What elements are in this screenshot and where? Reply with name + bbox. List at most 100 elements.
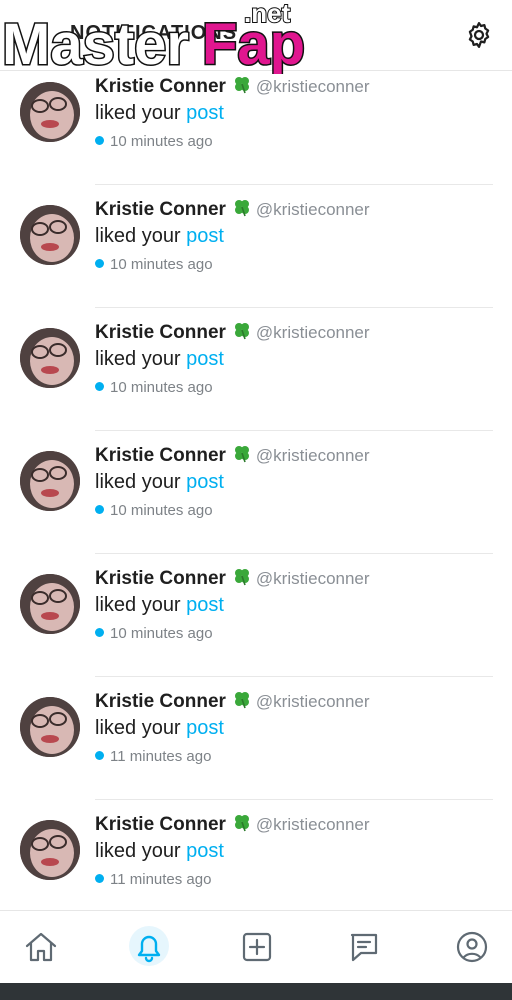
bell-icon xyxy=(137,935,161,963)
user-name[interactable]: Kristie Conner xyxy=(95,814,226,835)
four-leaf-clover-icon xyxy=(234,446,249,463)
post-link[interactable]: post xyxy=(186,348,224,370)
notification-item[interactable]: Kristie Conner @kristieconner liked your … xyxy=(0,554,512,677)
post-link[interactable]: post xyxy=(186,594,224,616)
timestamp: 11 minutes ago xyxy=(110,748,212,765)
notification-time: 11 minutes ago xyxy=(95,871,211,888)
svg-text:.net: .net xyxy=(244,0,291,28)
notification-time: 10 minutes ago xyxy=(95,625,213,642)
home-icon xyxy=(25,932,57,962)
notification-header: Kristie Conner @kristieconner xyxy=(95,74,370,98)
plus-square-icon xyxy=(242,932,272,962)
notification-item[interactable]: Kristie Conner @kristieconner liked your … xyxy=(0,62,512,185)
unread-dot xyxy=(95,628,104,637)
four-leaf-clover-icon xyxy=(234,200,249,217)
bottom-nav xyxy=(0,910,512,983)
post-link[interactable]: post xyxy=(186,840,224,862)
app-header: NOTIFICATIONS Master Fap .net xyxy=(0,0,512,74)
unread-dot xyxy=(95,136,104,145)
action-text: liked your xyxy=(95,594,181,616)
timestamp: 10 minutes ago xyxy=(110,256,213,273)
action-text: liked your xyxy=(95,471,181,493)
user-name[interactable]: Kristie Conner xyxy=(95,76,226,97)
unread-dot xyxy=(95,505,104,514)
notification-text: liked your post xyxy=(95,717,224,740)
notification-header: Kristie Conner @kristieconner xyxy=(95,443,370,467)
nav-home[interactable] xyxy=(19,925,63,969)
notification-item[interactable]: Kristie Conner @kristieconner liked your … xyxy=(0,431,512,554)
gear-icon[interactable] xyxy=(464,20,494,50)
four-leaf-clover-icon xyxy=(234,77,249,94)
notification-header: Kristie Conner @kristieconner xyxy=(95,566,370,590)
user-name[interactable]: Kristie Conner xyxy=(95,322,226,343)
nav-messages[interactable] xyxy=(342,925,386,969)
avatar[interactable] xyxy=(20,820,80,880)
notification-text: liked your post xyxy=(95,102,224,125)
post-link[interactable]: post xyxy=(186,471,224,493)
user-handle[interactable]: @kristieconner xyxy=(256,692,370,711)
action-text: liked your xyxy=(95,840,181,862)
notification-item[interactable]: Kristie Conner @kristieconner liked your … xyxy=(0,677,512,800)
notification-text: liked your post xyxy=(95,471,224,494)
timestamp: 10 minutes ago xyxy=(110,625,213,642)
action-text: liked your xyxy=(95,717,181,739)
four-leaf-clover-icon xyxy=(234,323,249,340)
nav-notifications[interactable] xyxy=(127,925,171,969)
action-text: liked your xyxy=(95,348,181,370)
notification-text: liked your post xyxy=(95,840,224,863)
nav-add-post[interactable] xyxy=(235,925,279,969)
post-link[interactable]: post xyxy=(186,717,224,739)
notification-time: 10 minutes ago xyxy=(95,502,213,519)
notification-time: 11 minutes ago xyxy=(95,748,211,765)
notification-text: liked your post xyxy=(95,594,224,617)
four-leaf-clover-icon xyxy=(234,692,249,709)
notification-item[interactable]: Kristie Conner @kristieconner liked your … xyxy=(0,800,512,923)
avatar[interactable] xyxy=(20,574,80,634)
avatar[interactable] xyxy=(20,451,80,511)
notification-header: Kristie Conner @kristieconner xyxy=(95,689,370,713)
timestamp: 10 minutes ago xyxy=(110,133,213,150)
four-leaf-clover-icon xyxy=(234,569,249,586)
user-name[interactable]: Kristie Conner xyxy=(95,199,226,220)
watermark-logo: Master Fap .net xyxy=(2,0,307,74)
user-name[interactable]: Kristie Conner xyxy=(95,445,226,466)
action-text: liked your xyxy=(95,102,181,124)
user-name[interactable]: Kristie Conner xyxy=(95,691,226,712)
system-nav-bar xyxy=(0,982,512,1000)
notification-item[interactable]: Kristie Conner @kristieconner liked your … xyxy=(0,308,512,431)
nav-profile[interactable] xyxy=(450,925,494,969)
user-handle[interactable]: @kristieconner xyxy=(256,815,370,834)
user-handle[interactable]: @kristieconner xyxy=(256,569,370,588)
avatar[interactable] xyxy=(20,697,80,757)
unread-dot xyxy=(95,874,104,883)
unread-dot xyxy=(95,382,104,391)
avatar[interactable] xyxy=(20,328,80,388)
message-icon xyxy=(350,933,378,962)
user-handle[interactable]: @kristieconner xyxy=(256,200,370,219)
four-leaf-clover-icon xyxy=(234,815,249,832)
user-handle[interactable]: @kristieconner xyxy=(256,77,370,96)
notification-item[interactable]: Kristie Conner @kristieconner liked your … xyxy=(0,185,512,308)
user-name[interactable]: Kristie Conner xyxy=(95,568,226,589)
timestamp: 10 minutes ago xyxy=(110,379,213,396)
unread-dot xyxy=(95,751,104,760)
timestamp: 10 minutes ago xyxy=(110,502,213,519)
notification-header: Kristie Conner @kristieconner xyxy=(95,197,370,221)
avatar[interactable] xyxy=(20,82,80,142)
action-text: liked your xyxy=(95,225,181,247)
notification-header: Kristie Conner @kristieconner xyxy=(95,320,370,344)
notification-time: 10 minutes ago xyxy=(95,379,213,396)
user-handle[interactable]: @kristieconner xyxy=(256,446,370,465)
avatar[interactable] xyxy=(20,205,80,265)
svg-text:Master: Master xyxy=(2,12,189,74)
profile-icon xyxy=(456,931,488,963)
notification-text: liked your post xyxy=(95,225,224,248)
post-link[interactable]: post xyxy=(186,102,224,124)
notification-time: 10 minutes ago xyxy=(95,133,213,150)
user-handle[interactable]: @kristieconner xyxy=(256,323,370,342)
notification-header: Kristie Conner @kristieconner xyxy=(95,812,370,836)
unread-dot xyxy=(95,259,104,268)
post-link[interactable]: post xyxy=(186,225,224,247)
notification-time: 10 minutes ago xyxy=(95,256,213,273)
timestamp: 11 minutes ago xyxy=(110,871,212,888)
